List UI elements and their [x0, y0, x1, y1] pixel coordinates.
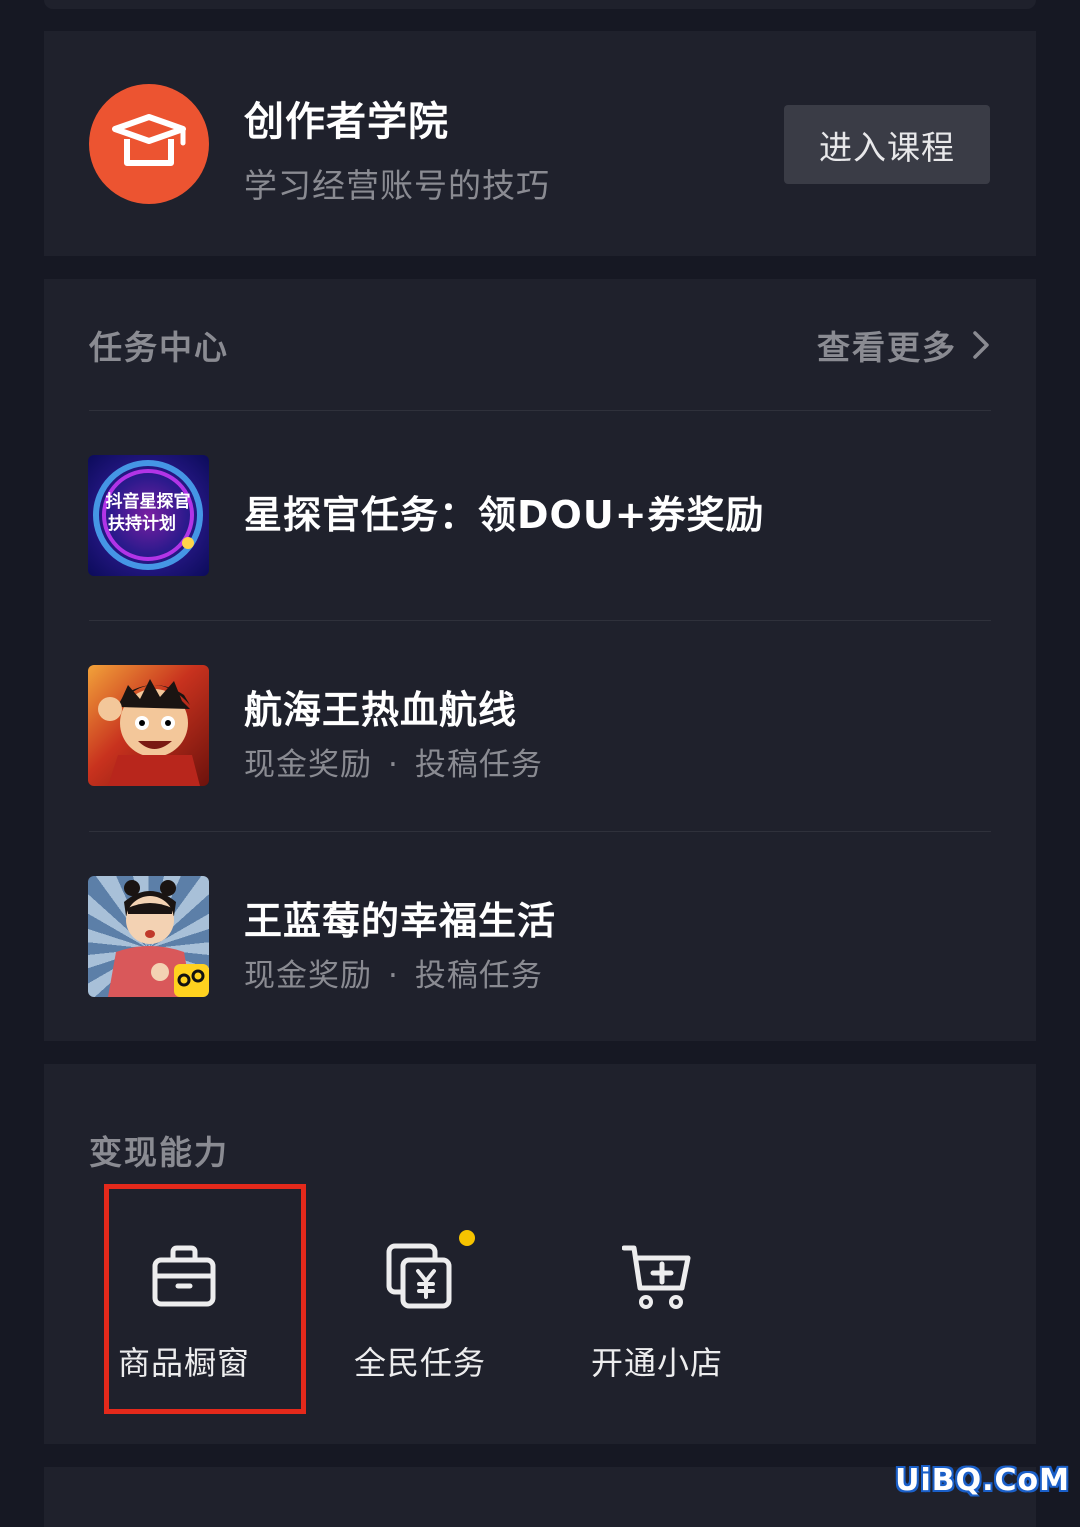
- one-piece-thumbnail: [88, 665, 209, 786]
- yuan-task-icon: [386, 1243, 452, 1309]
- view-more-link[interactable]: 查看更多: [817, 321, 991, 369]
- task-title: 航海王热血航线: [244, 688, 518, 732]
- task-center-card: 任务中心 查看更多 抖音星探官 扶持计划 星探官任务：领DOU+券奖励 航海王热…: [44, 279, 1036, 1041]
- cart-plus-icon: [622, 1245, 691, 1309]
- enter-course-button[interactable]: 进入课程: [784, 105, 990, 184]
- task-title: 星探官任务：领DOU+券奖励: [244, 493, 765, 537]
- thumb-text-line2: 扶持计划: [108, 513, 176, 534]
- wang-lanmei-thumbnail: [88, 876, 209, 997]
- task-title: 王蓝莓的幸福生活: [244, 899, 557, 943]
- view-more-label: 查看更多: [817, 328, 957, 367]
- task-meta: 现金奖励 · 投稿任务: [244, 950, 543, 995]
- academy-subtitle: 学习经营账号的技巧: [244, 166, 550, 205]
- capability-label: 开通小店: [590, 1344, 723, 1382]
- previous-card-edge: [44, 0, 1036, 9]
- divider: [89, 410, 991, 411]
- mass-task-button[interactable]: 全民任务: [305, 1214, 535, 1444]
- capability-label: 全民任务: [353, 1344, 486, 1382]
- reward-type: 现金奖励: [244, 958, 372, 994]
- open-shop-button[interactable]: 开通小店: [542, 1214, 772, 1444]
- watermark: UiBQ.CoM: [895, 1463, 1070, 1498]
- next-card-edge: [44, 1467, 1036, 1527]
- task-type: 投稿任务: [414, 958, 543, 994]
- task-meta: 现金奖励 · 投稿任务: [244, 739, 543, 784]
- highlight-box: [104, 1184, 306, 1414]
- graduation-cap-icon: [89, 84, 209, 204]
- thumb-text-line1: 抖音星探官: [106, 491, 191, 512]
- task-type: 投稿任务: [414, 747, 543, 783]
- meta-separator: ·: [388, 958, 399, 994]
- monetization-title: 变现能力: [89, 1133, 229, 1172]
- divider: [89, 620, 991, 621]
- star-scout-thumbnail: 抖音星探官 扶持计划: [88, 455, 209, 576]
- academy-title: 创作者学院: [244, 99, 449, 145]
- task-center-title: 任务中心: [89, 328, 229, 367]
- meta-separator: ·: [388, 747, 399, 783]
- reward-type: 现金奖励: [244, 747, 372, 783]
- chevron-right-icon: [973, 331, 989, 359]
- notification-dot: [459, 1230, 475, 1246]
- creator-academy-card[interactable]: 创作者学院 学习经营账号的技巧 进入课程: [44, 31, 1036, 256]
- divider: [89, 831, 991, 832]
